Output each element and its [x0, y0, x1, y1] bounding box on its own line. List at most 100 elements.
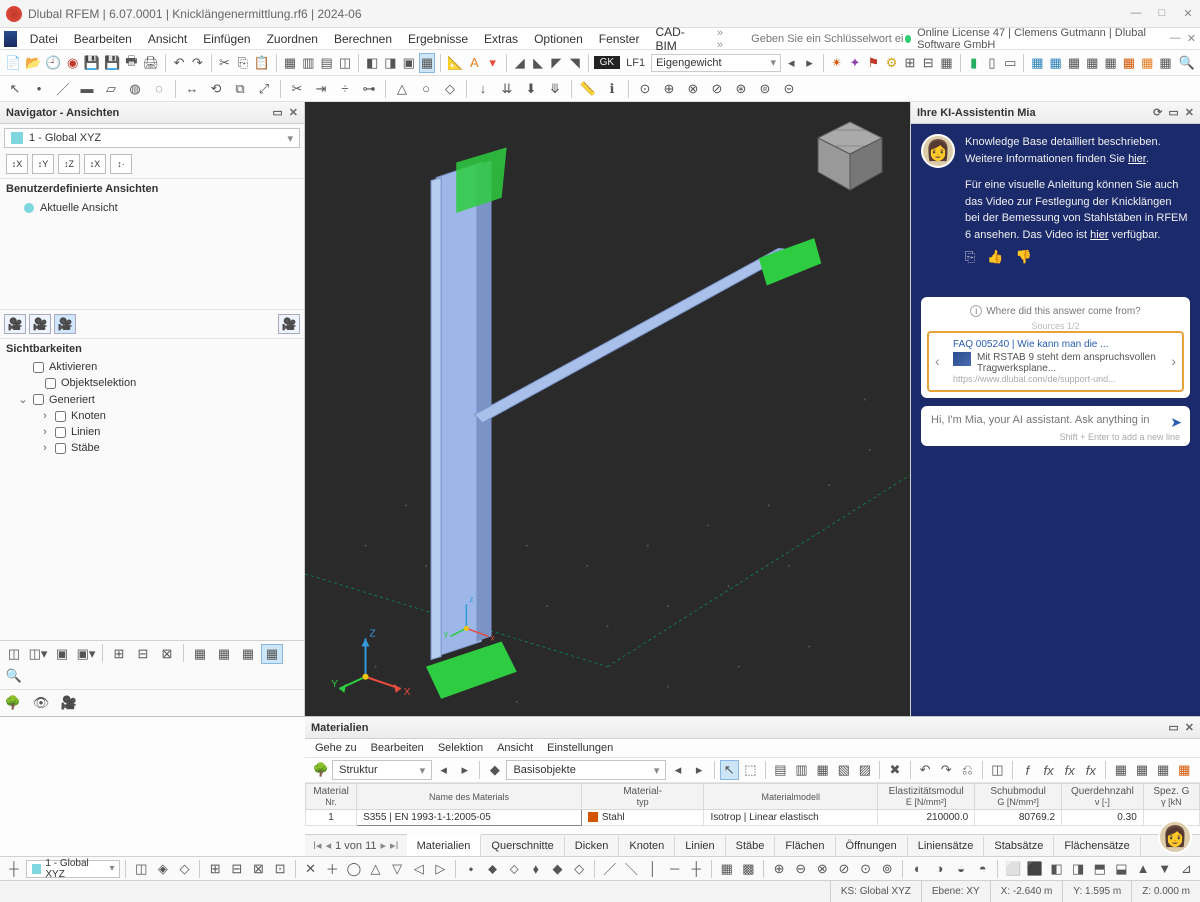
- menu-search-input[interactable]: [751, 33, 903, 45]
- surface-icon[interactable]: ▱: [100, 79, 122, 99]
- linien-checkbox[interactable]: [55, 427, 66, 438]
- move-icon[interactable]: ↔: [181, 79, 203, 99]
- generated-checkbox[interactable]: [33, 394, 44, 405]
- bt-26-icon[interactable]: ▦: [717, 859, 737, 879]
- staebe-checkbox[interactable]: [55, 443, 66, 454]
- view-combo[interactable]: 1 - Global XYZ▾: [4, 128, 300, 148]
- layer3-icon[interactable]: ▣: [401, 53, 417, 73]
- mat-sel2-icon[interactable]: ⬚: [741, 760, 760, 780]
- mia-refresh-icon[interactable]: ⟳: [1153, 106, 1162, 119]
- new-icon[interactable]: 📄: [4, 53, 22, 73]
- opening-icon[interactable]: ◌: [148, 79, 170, 99]
- tab-knoten[interactable]: Knoten: [619, 836, 675, 856]
- bt-20-icon[interactable]: ◇: [569, 859, 589, 879]
- mia-close-icon[interactable]: ✕: [1185, 106, 1194, 119]
- grid4-icon[interactable]: ◫: [337, 53, 353, 73]
- nav-pin-icon[interactable]: ▭: [272, 106, 282, 119]
- mesh1-icon[interactable]: ▦: [1029, 53, 1045, 73]
- expand-knoten-icon[interactable]: ›: [40, 410, 50, 422]
- mat-e4-icon[interactable]: ▦: [1175, 760, 1194, 780]
- load1-icon[interactable]: ↓: [472, 79, 494, 99]
- mat-menu-selektion[interactable]: Selektion: [438, 742, 483, 754]
- node-icon[interactable]: •: [28, 79, 50, 99]
- bt-41-icon[interactable]: ◨: [1068, 859, 1088, 879]
- bt-35-icon[interactable]: ◑: [930, 859, 950, 879]
- mat-pin-icon[interactable]: ▭: [1168, 721, 1178, 734]
- mat-basis-combo[interactable]: Basisobjekte▾: [506, 760, 666, 780]
- camera2-button[interactable]: 🎥: [29, 314, 51, 334]
- mia-link-1[interactable]: hier: [1128, 153, 1146, 165]
- menu-extras[interactable]: Extras: [477, 30, 525, 48]
- rotate-icon[interactable]: ⟲: [205, 79, 227, 99]
- bt-46-icon[interactable]: ⊿: [1176, 859, 1196, 879]
- tab-linien[interactable]: Linien: [675, 836, 725, 856]
- expand-staebe-icon[interactable]: ›: [40, 442, 50, 454]
- select-icon[interactable]: ↖: [4, 79, 26, 99]
- bt-39-icon[interactable]: ⬛: [1025, 859, 1045, 879]
- mesh2-icon[interactable]: ▦: [1048, 53, 1064, 73]
- navbt-5-icon[interactable]: ⊞: [108, 644, 130, 664]
- bt-8-icon[interactable]: ✕: [301, 859, 321, 879]
- saveall-icon[interactable]: 🖶: [123, 53, 139, 73]
- bottom-cs-combo[interactable]: 1 - Global XYZ▾: [26, 860, 121, 878]
- activate-checkbox[interactable]: [33, 362, 44, 373]
- mat-fx2-icon[interactable]: fx: [1039, 760, 1058, 780]
- page-last-icon[interactable]: ▸I: [390, 839, 399, 852]
- calc2-icon[interactable]: ✦: [847, 53, 863, 73]
- extend-icon[interactable]: ⇥: [310, 79, 332, 99]
- objsel-checkbox[interactable]: [45, 378, 56, 389]
- print-icon[interactable]: 🖨: [142, 53, 161, 73]
- calc3-icon[interactable]: ⚑: [865, 53, 881, 73]
- axis-x-button[interactable]: ↕X: [6, 154, 28, 174]
- connect-icon[interactable]: ⊶: [358, 79, 380, 99]
- mat-e1-icon[interactable]: ▦: [1111, 760, 1130, 780]
- copy-icon[interactable]: ⎘: [235, 53, 251, 73]
- mat-close-icon[interactable]: ✕: [1185, 721, 1194, 734]
- load4-icon[interactable]: ⤋: [544, 79, 566, 99]
- bt-9-icon[interactable]: ＋: [322, 859, 342, 879]
- text-icon[interactable]: A: [466, 53, 482, 73]
- snap5-icon[interactable]: ⊛: [730, 79, 752, 99]
- mat-cursor-icon[interactable]: ↖: [720, 760, 739, 780]
- tab-flaechen[interactable]: Flächen: [775, 836, 835, 856]
- tab-querschnitte[interactable]: Querschnitte: [481, 836, 564, 856]
- bt-11-icon[interactable]: △: [366, 859, 386, 879]
- mesh7-icon[interactable]: ▦: [1139, 53, 1155, 73]
- lc-next-icon[interactable]: ▸: [801, 53, 817, 73]
- bt-27-icon[interactable]: ▩: [739, 859, 759, 879]
- bt-29-icon[interactable]: ⊖: [791, 859, 811, 879]
- knoten-checkbox[interactable]: [55, 411, 66, 422]
- bt-1-icon[interactable]: ◫: [131, 859, 151, 879]
- page-first-icon[interactable]: I◂: [313, 839, 322, 852]
- render2-icon[interactable]: ▯: [984, 53, 1000, 73]
- mat-menu-gehezu[interactable]: Gehe zu: [315, 742, 357, 754]
- calc6-icon[interactable]: ⊟: [920, 53, 936, 73]
- mat-u3-icon[interactable]: ⎌: [958, 760, 977, 780]
- tab-liniensaetze[interactable]: Liniensätze: [908, 836, 985, 856]
- tab-materialien[interactable]: Materialien: [407, 834, 482, 856]
- navbt-9-icon[interactable]: ▦: [213, 644, 235, 664]
- bt-30-icon[interactable]: ⊗: [813, 859, 833, 879]
- navbt-7-icon[interactable]: ⊠: [156, 644, 178, 664]
- bt-7-icon[interactable]: ⊡: [270, 859, 290, 879]
- mat-u2-icon[interactable]: ↷: [937, 760, 956, 780]
- bt-28-icon[interactable]: ⊕: [769, 859, 789, 879]
- bt-16-icon[interactable]: ⬥: [483, 859, 503, 879]
- calc1-icon[interactable]: ✴: [829, 53, 845, 73]
- bt-38-icon[interactable]: ⬜: [1003, 859, 1023, 879]
- bt-cs-icon[interactable]: ┼: [4, 859, 24, 879]
- snap1-icon[interactable]: ⊙: [634, 79, 656, 99]
- bt-10-icon[interactable]: ◯: [344, 859, 364, 879]
- measure-icon[interactable]: 📏: [577, 79, 599, 99]
- tab-flaechensaetze[interactable]: Flächensätze: [1054, 836, 1140, 856]
- dislike-response-icon[interactable]: 👎: [1016, 247, 1032, 267]
- bt-12-icon[interactable]: ▽: [387, 859, 407, 879]
- open-icon[interactable]: 📂: [24, 53, 42, 73]
- navbt-8-icon[interactable]: ▦: [189, 644, 211, 664]
- trim-icon[interactable]: ✂: [286, 79, 308, 99]
- maximize-button[interactable]: □: [1156, 7, 1168, 20]
- mat-row5-icon[interactable]: ▨: [855, 760, 874, 780]
- bt-21-icon[interactable]: ／: [600, 859, 620, 879]
- render3-icon[interactable]: ▭: [1002, 53, 1018, 73]
- menu-zuordnen[interactable]: Zuordnen: [260, 30, 325, 48]
